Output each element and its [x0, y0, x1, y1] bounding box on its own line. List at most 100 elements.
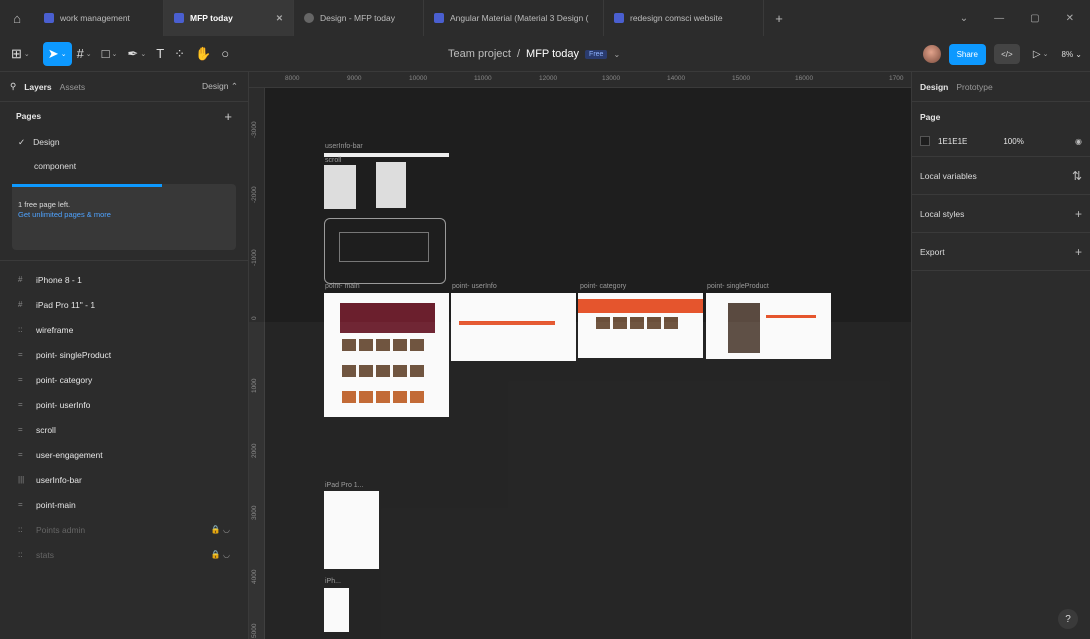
layer-item[interactable]: :: wireframe — [0, 317, 248, 342]
local-variables-row[interactable]: Local variables ⇅ — [912, 157, 1090, 195]
zoom-level[interactable]: 8% ⌄ — [1062, 50, 1083, 59]
page-item-component[interactable]: component — [0, 154, 248, 178]
frame-label[interactable]: iPad Pro 1... — [325, 482, 364, 489]
dev-mode-toggle[interactable]: </> — [993, 44, 1020, 64]
move-tool-icon[interactable]: ➤ ⌄ — [42, 41, 72, 66]
product-detail-bar — [766, 315, 816, 318]
present-icon[interactable]: ▷ ⌄ — [1028, 42, 1054, 66]
frame-label[interactable]: scroll — [325, 157, 341, 164]
layer-item[interactable]: :: Points admin 🔒 ◡ — [0, 517, 248, 542]
layer-item[interactable]: :: stats 🔒 ◡ — [0, 542, 248, 567]
canvas[interactable]: 8000 9000 10000 11000 12000 13000 14000 … — [249, 72, 911, 639]
home-icon[interactable]: ⌂ — [0, 0, 34, 36]
file-name[interactable]: MFP today — [526, 48, 579, 60]
frame-userinfo-bar[interactable] — [324, 153, 449, 157]
background-hex[interactable]: 1E1E1E — [938, 137, 967, 146]
layer-list: # iPhone 8 - 1 # iPad Pro 11" - 1 :: wirefr… — [0, 261, 248, 567]
frame-point-category[interactable] — [578, 293, 703, 358]
variables-icon[interactable]: ⇅ — [1072, 169, 1082, 183]
hand-tool-icon[interactable]: ✋ — [190, 42, 216, 66]
minimize-icon[interactable]: — — [994, 13, 1004, 24]
tab-design[interactable]: Design — [920, 82, 948, 92]
resources-icon[interactable]: ⁘ — [169, 42, 190, 66]
tab-angular-material[interactable]: Angular Material (Material 3 Design ( — [424, 0, 604, 36]
help-button[interactable]: ? — [1058, 609, 1078, 629]
frame-label[interactable]: userInfo-bar — [325, 143, 363, 150]
frame-point-main[interactable] — [324, 293, 449, 417]
color-swatch[interactable] — [920, 136, 930, 146]
frame-label[interactable]: point- singleProduct — [707, 283, 769, 290]
layer-item[interactable]: # iPhone 8 - 1 — [0, 267, 248, 292]
ruler-tick: 10000 — [409, 75, 428, 82]
lock-icon[interactable]: 🔒 ◡ — [211, 550, 230, 559]
frame-point-userinfo[interactable] — [451, 293, 576, 361]
ruler-vertical: -3000 -2000 -1000 0 1000 2000 3000 4000 … — [249, 88, 265, 639]
project-name[interactable]: Team project — [448, 48, 511, 60]
page-usage-bar — [12, 184, 162, 187]
lock-icon[interactable]: 🔒 ◡ — [211, 525, 230, 534]
search-icon[interactable]: ⚲ — [10, 81, 16, 92]
text-tool-icon[interactable]: T — [151, 42, 169, 66]
tab-label: redesign comsci website — [630, 13, 723, 23]
tab-redesign-comsci[interactable]: redesign comsci website — [604, 0, 764, 36]
layer-item[interactable]: # iPad Pro 11" - 1 — [0, 292, 248, 317]
close-tab-icon[interactable]: ✕ — [276, 13, 283, 24]
frame-ipad-pro[interactable] — [324, 491, 379, 569]
layer-item[interactable]: = point- singleProduct — [0, 342, 248, 367]
ruler-horizontal: 8000 9000 10000 11000 12000 13000 14000 … — [249, 72, 911, 88]
frame-label[interactable]: iPh... — [325, 578, 341, 585]
maximize-icon[interactable]: ▢ — [1030, 13, 1039, 24]
chevron-down-icon[interactable]: ⌄ — [960, 13, 968, 24]
tab-mfp-today[interactable]: MFP today ✕ — [164, 0, 294, 36]
tab-assets[interactable]: Assets — [60, 82, 86, 92]
pages-header: Pages + — [0, 102, 248, 130]
page-section: Page 1E1E1E 100% ◉ — [912, 102, 1090, 157]
section-icon: :: — [18, 525, 23, 534]
frame-iphone-8[interactable] — [324, 588, 349, 632]
layer-item[interactable]: ||| userInfo-bar — [0, 467, 248, 492]
layer-item[interactable]: = user-engagement — [0, 442, 248, 467]
shape-tool-icon[interactable]: □ ⌄ — [97, 42, 123, 66]
upgrade-link[interactable]: Get unlimited pages & more — [18, 210, 230, 220]
pen-tool-icon[interactable]: ✒ ⌄ — [122, 42, 151, 66]
eye-icon[interactable]: ◉ — [1075, 137, 1082, 146]
thumbnail-row — [596, 317, 678, 329]
tab-label: Angular Material (Material 3 Design ( — [450, 13, 589, 23]
page-select[interactable]: Design ⌃ — [202, 81, 238, 92]
local-styles-row[interactable]: Local styles + — [912, 195, 1090, 233]
frame-label[interactable]: point- userInfo — [452, 283, 497, 290]
avatar[interactable] — [922, 45, 941, 63]
section-icon: :: — [18, 325, 23, 334]
tab-design-mfp-today[interactable]: Design - MFP today — [294, 0, 424, 36]
close-icon[interactable]: ✕ — [1066, 13, 1074, 24]
document-title[interactable]: Team project / MFP today Free ⌄ — [448, 36, 620, 72]
add-style-icon[interactable]: + — [1075, 207, 1082, 221]
tab-prototype[interactable]: Prototype — [956, 82, 992, 92]
frame-tool-icon[interactable]: # ⌄ — [72, 42, 97, 66]
share-button[interactable]: Share — [948, 43, 986, 65]
main-menu-icon[interactable]: ⊞ ⌄ — [6, 42, 35, 66]
tab-work-management[interactable]: work management — [34, 0, 164, 36]
frame-scroll[interactable] — [324, 165, 356, 209]
ruler-tick: 13000 — [602, 75, 621, 82]
frame-label[interactable]: point- main — [325, 283, 360, 290]
chevron-down-icon[interactable]: ⌄ — [613, 50, 620, 59]
frame-label[interactable]: point- category — [580, 283, 626, 290]
left-sidebar: ⚲ Layers Assets Design ⌃ Pages + ✓ Desig… — [0, 72, 249, 639]
export-row[interactable]: Export + — [912, 233, 1090, 271]
new-tab-icon[interactable]: + — [764, 0, 794, 36]
frame-point-singleproduct[interactable] — [706, 293, 831, 359]
add-page-icon[interactable]: + — [224, 109, 232, 124]
frame-user-engagement[interactable] — [376, 162, 406, 208]
background-opacity[interactable]: 100% — [1003, 137, 1023, 146]
add-export-icon[interactable]: + — [1075, 245, 1082, 259]
layer-item[interactable]: = point-main — [0, 492, 248, 517]
tab-layers[interactable]: Layers — [24, 82, 51, 92]
layer-item[interactable]: = point- category — [0, 367, 248, 392]
layer-name: point- singleProduct — [36, 349, 112, 360]
layer-item[interactable]: = point- userInfo — [0, 392, 248, 417]
layer-item[interactable]: = scroll — [0, 417, 248, 442]
page-item-design[interactable]: ✓ Design — [0, 130, 248, 154]
comment-tool-icon[interactable]: ○ — [216, 42, 234, 66]
layer-name: Points admin — [36, 524, 86, 535]
